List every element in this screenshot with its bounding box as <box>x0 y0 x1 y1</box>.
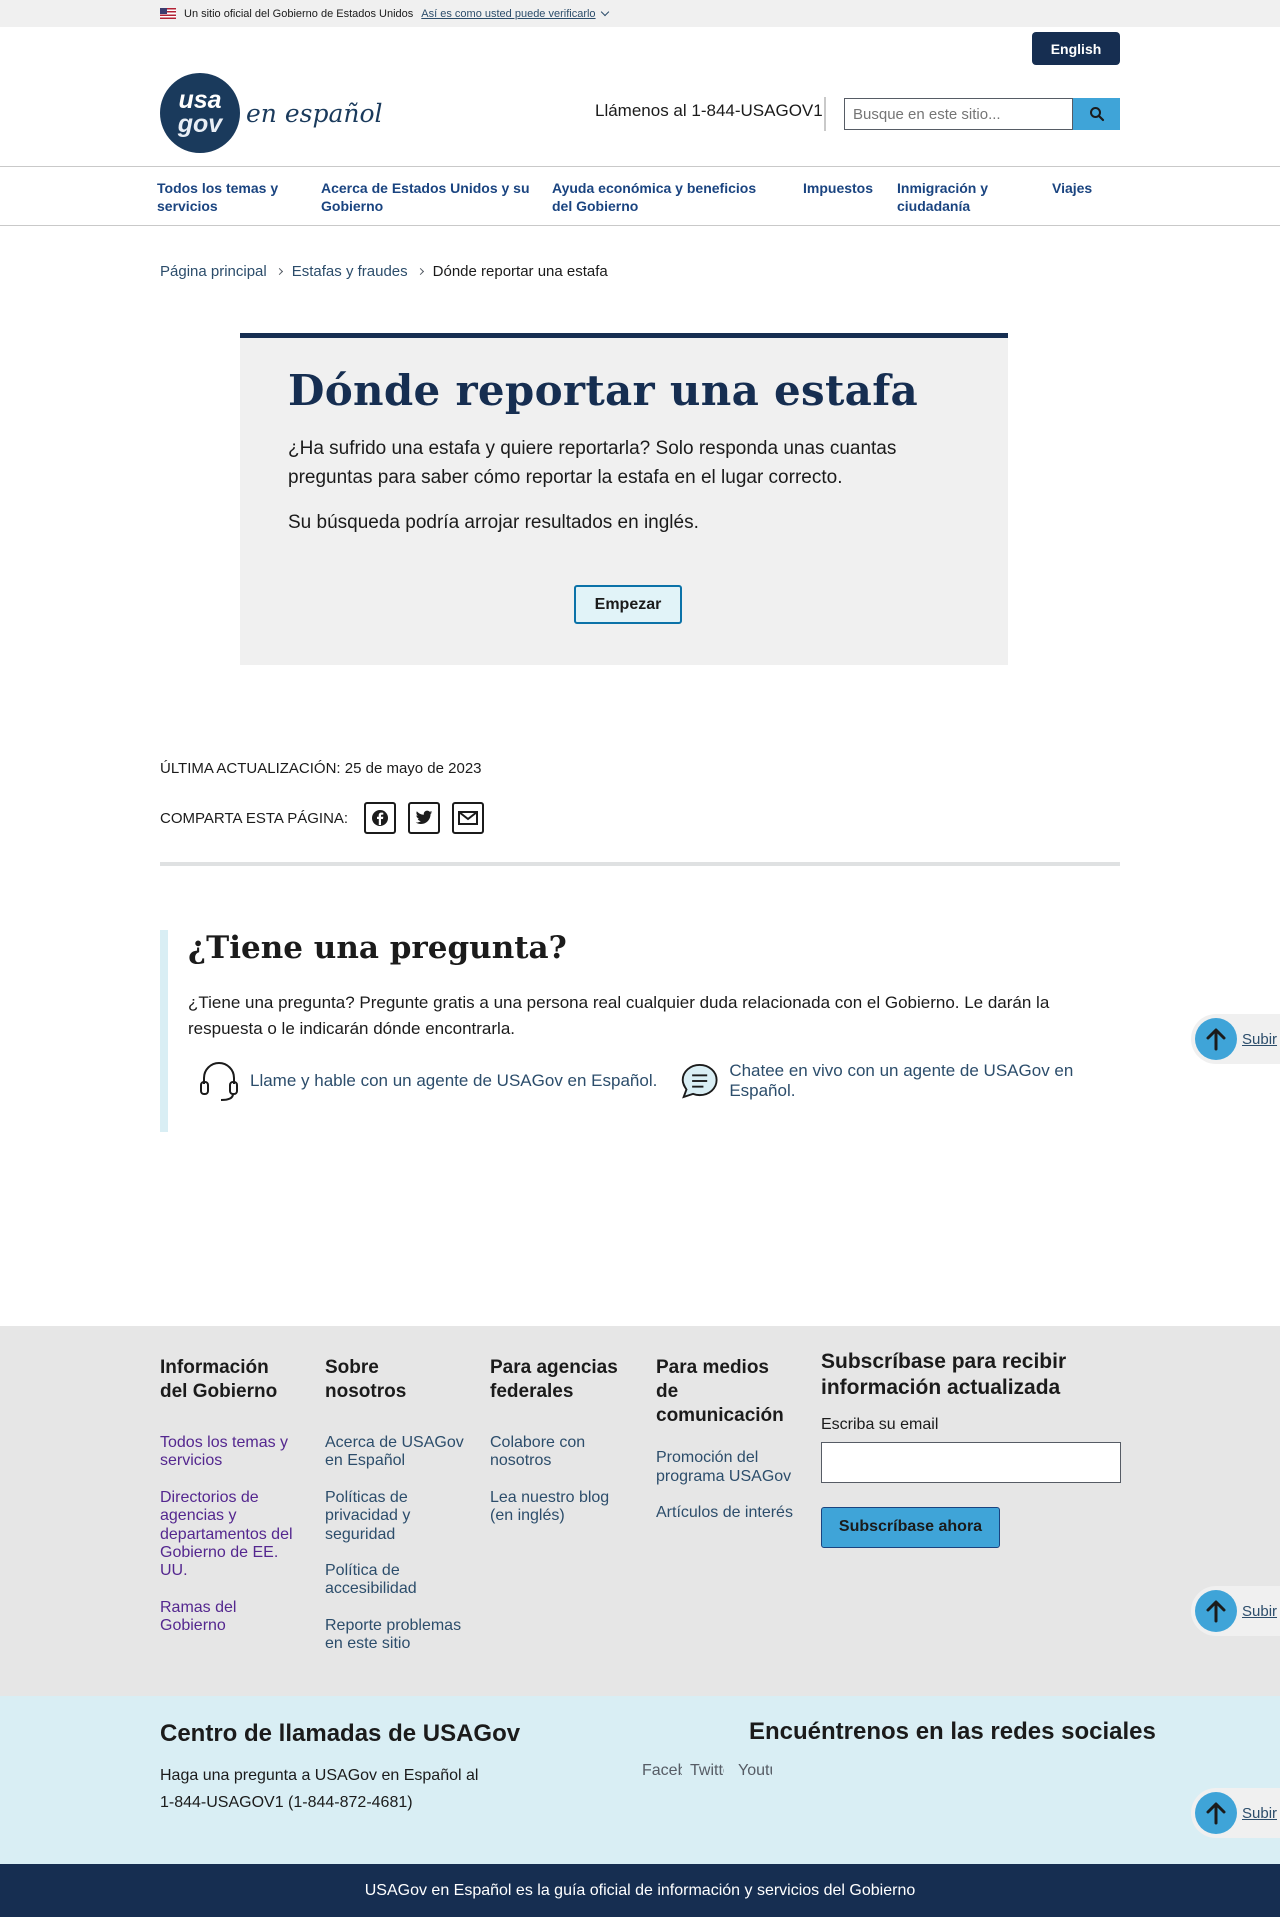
footer-link[interactable]: Artículos de interés <box>656 1504 793 1521</box>
email-icon <box>458 811 479 825</box>
page-title: Dónde reportar una estafa <box>288 366 919 415</box>
nav-item-viajes[interactable]: Viajes <box>1052 180 1112 198</box>
divider <box>824 97 826 131</box>
breadcrumb-home[interactable]: Página principal <box>160 263 267 280</box>
search-button[interactable] <box>1073 98 1120 130</box>
chat-agent-link[interactable]: Chatee en vivo con un agente de USAGov e… <box>678 1058 1120 1104</box>
gov-banner: Un sitio oficial del Gobierno de Estados… <box>0 0 1280 27</box>
footer-link[interactable]: Política de accesibilidad <box>325 1562 417 1597</box>
chevron-right-icon <box>416 267 424 276</box>
subscribe-button[interactable]: Subscríbase ahora <box>821 1506 1000 1548</box>
question-title: ¿Tiene una pregunta? <box>188 930 567 966</box>
question-section: ¿Tiene una pregunta? ¿Tiene una pregunta… <box>160 930 1120 1132</box>
footer-col-agencies: Para agencias federales Colabore con nos… <box>490 1357 618 1525</box>
search-icon <box>1089 107 1104 122</box>
last-updated: ÚLTIMA ACTUALIZACIÓN: 25 de mayo de 2023 <box>160 760 482 777</box>
section-divider <box>160 862 1120 866</box>
chevron-down-icon <box>600 7 609 17</box>
site-header: English usa gov en español Llámenos al 1… <box>0 27 1280 167</box>
arrow-up-icon <box>1195 1792 1237 1834</box>
footer-link[interactable]: Colabore con nosotros <box>490 1434 585 1469</box>
nav-item-impuestos[interactable]: Impuestos <box>803 180 893 198</box>
footer-link[interactable]: Reporte problemas en este sitio <box>325 1617 461 1652</box>
email-label: Escriba su email <box>821 1415 939 1433</box>
call-number: Llámenos al 1-844-USAGOV1 <box>595 101 823 120</box>
arrow-up-icon <box>1195 1018 1237 1060</box>
hero-card: Dónde reportar una estafa ¿Ha sufrido un… <box>240 333 1008 665</box>
twitter-icon <box>415 810 433 824</box>
social-title: Encuéntrenos en las redes sociales <box>749 1718 1156 1745</box>
site-logo[interactable]: usa gov en español <box>160 73 383 153</box>
logo-emblem: usa gov <box>160 73 240 153</box>
back-to-top-button[interactable]: Subir <box>1191 1788 1280 1838</box>
call-agent-link[interactable]: Llame y hable con un agente de USAGov en… <box>196 1058 657 1104</box>
search-form: Busque en este sitio... <box>844 98 1120 130</box>
back-to-top-button[interactable]: Subir <box>1191 1014 1280 1064</box>
call-center-title: Centro de llamadas de USAGov <box>160 1720 521 1747</box>
main-nav: Todos los temas y servicios Acerca de Es… <box>0 167 1280 226</box>
search-input[interactable]: Busque en este sitio... <box>844 98 1073 130</box>
language-toggle-button[interactable]: English <box>1032 32 1120 65</box>
subscribe-title: Subscríbase para recibir información act… <box>821 1350 1067 1400</box>
nav-item-temas[interactable]: Todos los temas y servicios <box>157 180 297 215</box>
share-twitter-button[interactable] <box>408 802 441 834</box>
us-flag-icon <box>160 8 176 19</box>
chat-bubble-icon <box>681 1064 718 1099</box>
site-footer: Información del Gobierno Todos los temas… <box>0 1326 1280 1696</box>
footer-link[interactable]: Acerca de USAGov en Español <box>325 1434 464 1469</box>
hero-note: Su búsqueda podría arrojar resultados en… <box>288 512 699 533</box>
nav-item-inmigracion[interactable]: Inmigración y ciudadanía <box>897 180 1007 215</box>
share-bar: COMPARTA ESTA PÁGINA: <box>160 802 485 834</box>
share-email-button[interactable] <box>452 802 485 834</box>
footer-bottom-bar: USAGov en Español es la guía oficial de … <box>0 1864 1280 1917</box>
start-button[interactable]: Empezar <box>574 585 682 624</box>
arrow-up-icon <box>1195 1590 1237 1632</box>
footer-col-media: Para medios de comunicación Promoción de… <box>656 1357 793 1522</box>
question-text: ¿Tiene una pregunta? Pregunte gratis a u… <box>188 993 1050 1039</box>
verify-link[interactable]: Así es como usted puede verificarlo <box>421 7 609 20</box>
chevron-right-icon <box>275 267 283 276</box>
share-facebook-button[interactable] <box>364 802 397 834</box>
breadcrumb: Página principal Estafas y fraudes Dónde… <box>160 263 608 280</box>
call-center-section: Centro de llamadas de USAGov Haga una pr… <box>0 1696 1280 1864</box>
share-label: COMPARTA ESTA PÁGINA: <box>160 809 349 827</box>
nav-item-ayuda[interactable]: Ayuda económica y beneficios del Gobiern… <box>552 180 777 215</box>
footer-link[interactable]: Promoción del programa USAGov <box>656 1449 791 1484</box>
breadcrumb-section[interactable]: Estafas y fraudes <box>292 263 408 280</box>
youtube-icon[interactable]: Youtube <box>738 1762 772 1780</box>
subscribe-form: Subscríbase para recibir información act… <box>821 1349 1121 1548</box>
nav-item-acerca[interactable]: Acerca de Estados Unidos y su Gobierno <box>321 180 531 215</box>
breadcrumb-current: Dónde reportar una estafa <box>432 263 608 280</box>
page: Un sitio oficial del Gobierno de Estados… <box>0 0 1280 1917</box>
call-center-text: Haga una pregunta a USAGov en Español al… <box>160 1767 479 1812</box>
footer-col-info: Información del Gobierno Todos los temas… <box>160 1357 293 1635</box>
footer-link[interactable]: Políticas de privacidad y seguridad <box>325 1489 410 1543</box>
footer-link[interactable]: Lea nuestro blog (en inglés) <box>490 1489 609 1524</box>
footer-link[interactable]: Todos los temas y servicios <box>160 1434 288 1469</box>
facebook-icon[interactable]: Facebook <box>642 1762 682 1780</box>
headset-icon <box>200 1062 238 1101</box>
footer-col-about: Sobre nosotros Acerca de USAGov en Españ… <box>325 1357 464 1653</box>
logo-text: en español <box>246 98 383 128</box>
hero-intro: ¿Ha sufrido una estafa y quiere reportar… <box>288 438 897 488</box>
banner-text: Un sitio oficial del Gobierno de Estados… <box>184 7 414 20</box>
facebook-icon <box>372 810 389 826</box>
twitter-icon[interactable]: Twitter <box>690 1762 724 1780</box>
email-field[interactable] <box>821 1441 1121 1483</box>
back-to-top-button[interactable]: Subir <box>1191 1586 1280 1636</box>
footer-link[interactable]: Directorios de agencias y departamentos … <box>160 1489 293 1580</box>
footer-link[interactable]: Ramas del Gobierno <box>160 1599 236 1634</box>
